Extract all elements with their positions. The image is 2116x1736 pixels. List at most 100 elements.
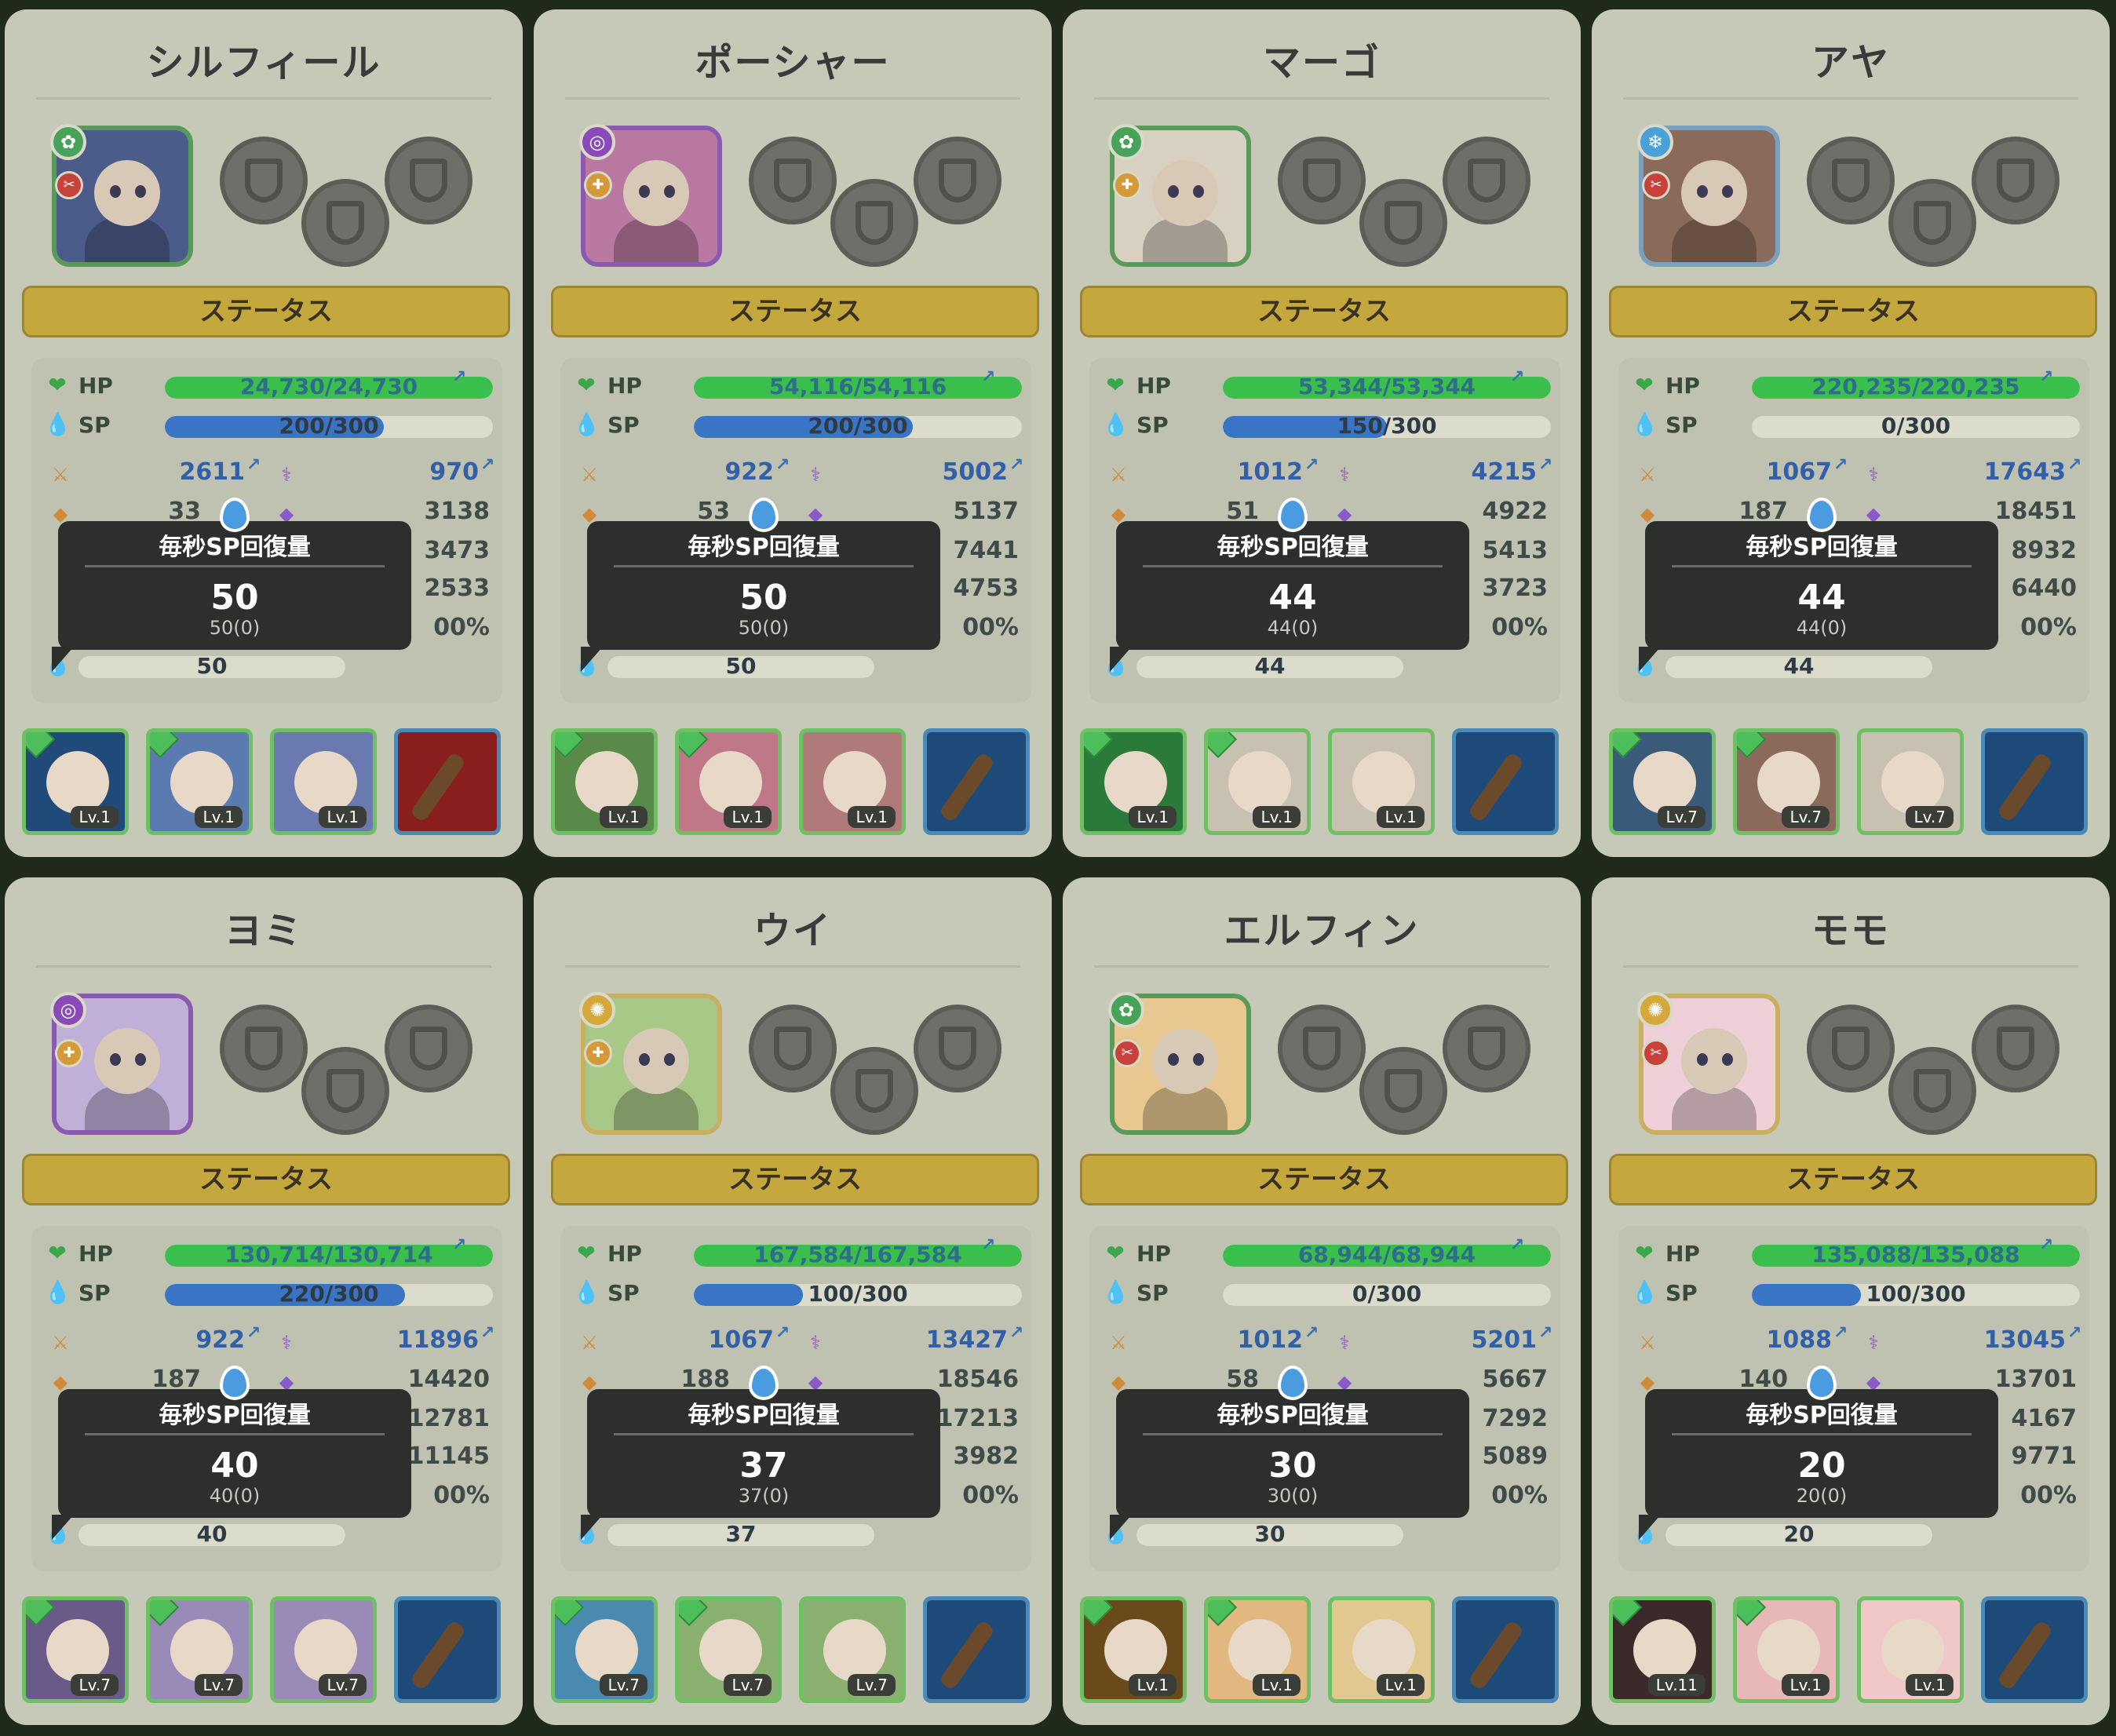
equipment-slot-1[interactable] <box>220 1005 308 1092</box>
attack-up-arrow-icon: ↗ <box>246 1323 261 1343</box>
equipment-slot-3[interactable] <box>914 137 1001 224</box>
hp-label: HP <box>1136 373 1171 399</box>
hp-up-arrow-icon: ↗ <box>981 1235 996 1255</box>
skill-icon-3[interactable]: Lv.7 <box>270 1596 377 1703</box>
sp-label: SP <box>78 1280 111 1306</box>
equipment-slot-2[interactable] <box>830 1047 918 1135</box>
equipment-slot-1[interactable] <box>749 1005 837 1092</box>
skill-icon-3[interactable]: Lv.7 <box>1857 728 1964 835</box>
hp-row: ❤ HP 135,088/135,088 ↗ <box>1628 1235 2083 1271</box>
equipment-slot-2[interactable] <box>1359 1047 1447 1135</box>
status-button[interactable]: ステータス <box>22 1154 510 1205</box>
water-drop-icon: 💧 <box>1631 1279 1658 1305</box>
skill-icon-3[interactable]: Lv.1 <box>1328 1596 1435 1703</box>
character-name: マーゴ <box>1262 41 1381 85</box>
water-drop-icon: 💧 <box>573 411 600 437</box>
equipment-slot-2[interactable] <box>830 179 918 267</box>
status-button[interactable]: ステータス <box>551 286 1039 337</box>
equipment-slot-1[interactable] <box>220 137 308 224</box>
equipment-slot-2[interactable] <box>1888 1047 1976 1135</box>
status-button[interactable]: ステータス <box>551 1154 1039 1205</box>
skill-icon-3[interactable]: Lv.1 <box>270 728 377 835</box>
skill-icon-4[interactable] <box>1452 1596 1559 1703</box>
skill-icon-4[interactable] <box>1981 1596 2088 1703</box>
equipment-slot-3[interactable] <box>1972 1005 2059 1092</box>
magic-wand-icon: ⚕ <box>810 464 821 486</box>
gem-icon <box>1613 1600 1643 1627</box>
sp-regen-row: 💧 40 <box>41 1516 496 1551</box>
sp-value: 220/300 <box>279 1281 379 1307</box>
stat-magic-defense: 4922 <box>1482 498 1549 525</box>
status-button[interactable]: ステータス <box>1609 1154 2097 1205</box>
skill-icon-3[interactable]: Lv.1 <box>1857 1596 1964 1703</box>
equipment-slot-3[interactable] <box>1443 1005 1530 1092</box>
weapon-icon <box>1996 1619 2054 1691</box>
skill-icon-4[interactable] <box>394 728 501 835</box>
equipment-slot-1[interactable] <box>1278 1005 1366 1092</box>
sp-regen-tooltip: 毎秒SP回復量 50 50(0) <box>52 498 411 672</box>
skill-level: Lv.7 <box>195 1674 243 1696</box>
skill-icon-2[interactable]: Lv.1 <box>1733 1596 1840 1703</box>
equipment-slot-1[interactable] <box>749 137 837 224</box>
skill-level: Lv.1 <box>1129 1674 1177 1696</box>
sp-regen-row: 💧 44 <box>1628 648 2083 683</box>
heart-icon: ❤ <box>577 372 596 398</box>
sp-regen-row: 💧 37 <box>570 1516 1025 1551</box>
equipment-slot-3[interactable] <box>1972 137 2059 224</box>
skill-icon-1[interactable]: Lv.1 <box>22 728 129 835</box>
hp-row: ❤ HP 68,944/68,944 ↗ <box>1099 1235 1554 1271</box>
equipment-slot-1[interactable] <box>1278 137 1366 224</box>
equipment-slot-3[interactable] <box>914 1005 1001 1092</box>
skill-icon-2[interactable]: Lv.1 <box>146 728 253 835</box>
sp-value: 100/300 <box>808 1281 908 1307</box>
skill-icon-2[interactable]: Lv.7 <box>146 1596 253 1703</box>
skill-icon-1[interactable]: Lv.1 <box>551 728 658 835</box>
sp-row: 💧 SP 0/300 <box>1099 1276 1554 1311</box>
equipment-slot-1[interactable] <box>1807 1005 1895 1092</box>
equipment-slot-3[interactable] <box>1443 137 1530 224</box>
skill-icon-3[interactable]: Lv.1 <box>1328 728 1435 835</box>
status-button[interactable]: ステータス <box>22 286 510 337</box>
skill-icon-1[interactable]: Lv.7 <box>551 1596 658 1703</box>
sp-regen-tooltip: 毎秒SP回復量 40 40(0) <box>52 1366 411 1540</box>
skill-icon-1[interactable]: Lv.1 <box>1080 728 1187 835</box>
skill-icon-3[interactable]: Lv.1 <box>799 728 906 835</box>
skill-icon-4[interactable] <box>923 728 1030 835</box>
equipment-slot-2[interactable] <box>1888 179 1976 267</box>
magic-up-arrow-icon: ↗ <box>1009 1323 1024 1343</box>
skill-icon-2[interactable]: Lv.1 <box>675 728 782 835</box>
skill-icon-2[interactable]: Lv.7 <box>675 1596 782 1703</box>
skill-icon-2[interactable]: Lv.7 <box>1733 728 1840 835</box>
equipment-slot-2[interactable] <box>1359 179 1447 267</box>
equipment-slot-1[interactable] <box>1807 137 1895 224</box>
skill-icon-1[interactable]: Lv.7 <box>22 1596 129 1703</box>
equipment-slot-2[interactable] <box>301 179 389 267</box>
skill-icon-1[interactable]: Lv.7 <box>1609 728 1716 835</box>
hp-up-arrow-icon: ↗ <box>2039 1235 2054 1255</box>
skill-icon-4[interactable] <box>1452 728 1559 835</box>
tooltip-title: 毎秒SP回復量 <box>1746 534 1898 561</box>
skill-icon-1[interactable]: Lv.1 <box>1080 1596 1187 1703</box>
skill-level: Lv.1 <box>848 806 896 828</box>
gem-icon <box>150 1600 180 1627</box>
skill-icon-2[interactable]: Lv.1 <box>1204 1596 1311 1703</box>
skill-icon-1[interactable]: Lv.11 <box>1609 1596 1716 1703</box>
status-button[interactable]: ステータス <box>1080 1154 1568 1205</box>
sp-row: 💧 SP 150/300 <box>1099 408 1554 443</box>
skill-icon-2[interactable]: Lv.1 <box>1204 728 1311 835</box>
equipment-slot-2[interactable] <box>301 1047 389 1135</box>
sp-regen-tooltip: 毎秒SP回復量 44 44(0) <box>1639 498 1998 672</box>
skill-icon-4[interactable] <box>394 1596 501 1703</box>
status-button[interactable]: ステータス <box>1609 286 2097 337</box>
skill-level: Lv.1 <box>319 806 367 828</box>
magic-up-arrow-icon: ↗ <box>480 1323 495 1343</box>
skill-icon-4[interactable] <box>923 1596 1030 1703</box>
skill-icon-3[interactable]: Lv.7 <box>799 1596 906 1703</box>
skill-icon-4[interactable] <box>1981 728 2088 835</box>
equipment-slot-3[interactable] <box>385 137 472 224</box>
status-button[interactable]: ステータス <box>1080 286 1568 337</box>
equipment-slot-3[interactable] <box>385 1005 472 1092</box>
skill-list: Lv.1 Lv.1 Lv.1 <box>22 728 510 838</box>
divider <box>1094 97 1549 100</box>
skill-list: Lv.1 Lv.1 Lv.1 <box>1080 728 1568 838</box>
